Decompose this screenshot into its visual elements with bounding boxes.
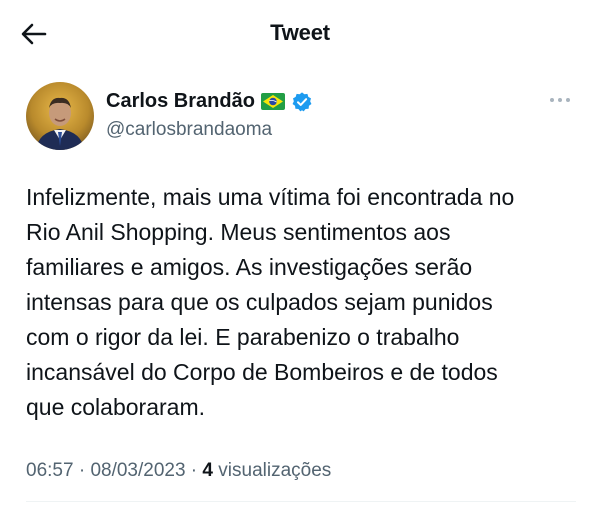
top-bar: Tweet: [0, 0, 600, 68]
brazil-flag-icon: [260, 93, 285, 110]
author-name[interactable]: Carlos Brandão: [106, 90, 255, 113]
tweet-text: Infelizmente, mais uma vítima foi encont…: [26, 184, 515, 420]
verified-badge-icon: [292, 91, 312, 111]
tweet-time[interactable]: 06:57: [26, 460, 74, 481]
more-options-icon[interactable]: [546, 92, 574, 108]
views-label: visualizações: [218, 460, 332, 481]
divider: [26, 501, 576, 502]
page-title: Tweet: [270, 20, 330, 45]
tweet-author: Carlos Brandão @carlosbrandaoma: [26, 82, 576, 152]
author-handle[interactable]: @carlosbrandaoma: [106, 119, 272, 141]
meta-separator: ·: [185, 460, 203, 481]
views-count: 4: [202, 460, 213, 481]
meta-separator: ·: [73, 460, 91, 481]
tweet-meta: 06:57 · 08/03/2023 · 4 visualizações: [26, 460, 331, 482]
author-name-row: Carlos Brandão: [106, 90, 313, 113]
tweet-date[interactable]: 08/03/2023: [90, 460, 185, 481]
avatar[interactable]: [26, 82, 94, 150]
